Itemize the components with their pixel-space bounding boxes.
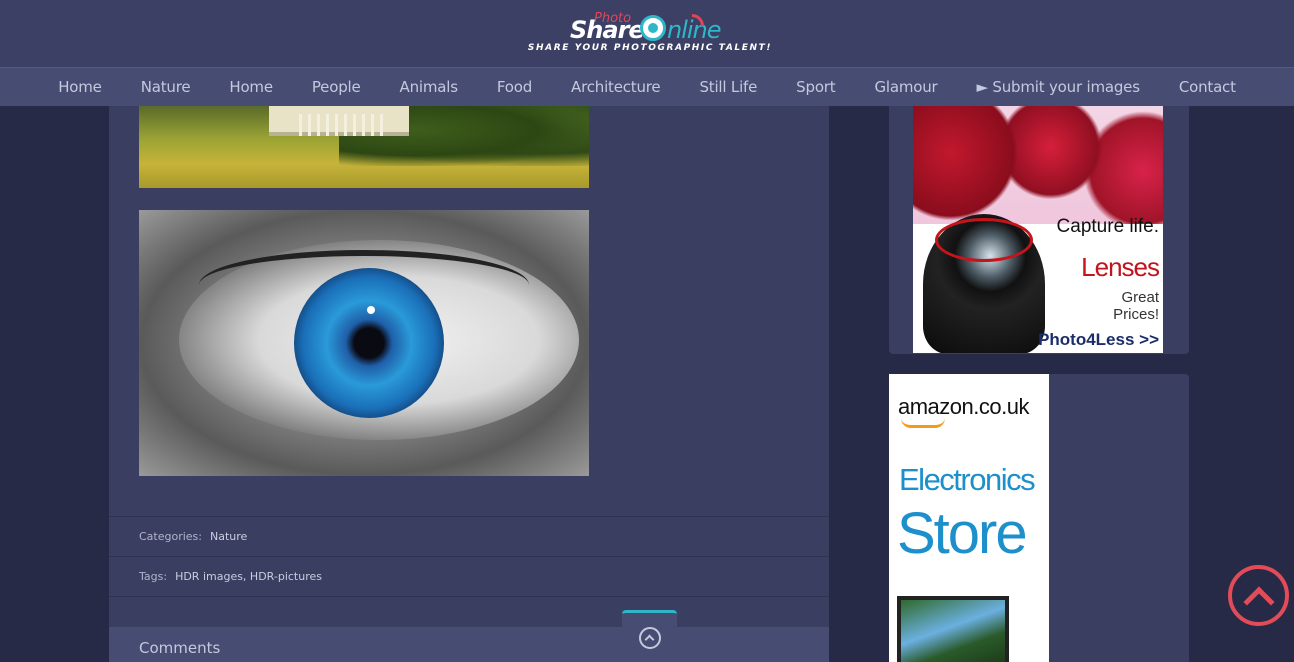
footer-toggle-tab[interactable] <box>622 610 677 662</box>
logo-share-text: Share <box>570 16 645 44</box>
eye-photo-glint <box>367 306 375 314</box>
nav-item-animals[interactable]: Animals <box>380 78 477 96</box>
category-link-nature[interactable]: Nature <box>210 530 247 543</box>
site-header: Photo Share nline SHARE YOUR PHOTOGRAPHI… <box>0 0 1294 67</box>
categories-label: Categories: <box>139 530 202 543</box>
eye-photo[interactable] <box>139 210 589 476</box>
tv-image <box>897 596 1009 662</box>
house-photo-porch <box>299 114 389 136</box>
main-nav: Home Nature Home People Animals Food Arc… <box>0 67 1294 106</box>
nav-item-home-2[interactable]: Home <box>210 78 293 96</box>
chevron-up-icon <box>644 634 655 644</box>
ad1-line2: Lenses <box>1081 252 1160 282</box>
amazon-ad[interactable]: amazon.co.uk Electronics Store <box>889 374 1049 662</box>
ad2-line1: Electronics <box>899 462 1036 497</box>
sidebar-ad-2: amazon.co.uk Electronics Store <box>889 374 1189 662</box>
amazon-smile-icon <box>901 418 945 428</box>
nav-item-submit-images[interactable]: ► Submit your images <box>957 78 1159 96</box>
amazon-brand: amazon.co.uk <box>898 394 1029 419</box>
nav-item-contact[interactable]: Contact <box>1159 78 1255 96</box>
lens-ring <box>935 218 1033 262</box>
photo4less-ad[interactable]: Capture life. Lenses Great Prices! Photo… <box>913 106 1163 353</box>
tag-links[interactable]: HDR images, HDR-pictures <box>175 570 322 583</box>
divider <box>109 596 829 597</box>
chevron-up-small-circle-icon <box>638 626 661 649</box>
eye-photo-iris <box>294 268 444 418</box>
site-logo[interactable]: Photo Share nline SHARE YOUR PHOTOGRAPHI… <box>520 8 780 58</box>
comments-header: Comments <box>109 627 829 662</box>
post-tags: Tags: HDR images, HDR-pictures <box>109 556 829 596</box>
cherries-image <box>913 106 1163 224</box>
ad1-brand: Photo4Less >> <box>1038 330 1159 349</box>
sidebar-ad-1: Capture life. Lenses Great Prices! Photo… <box>889 106 1189 354</box>
nav-item-sport[interactable]: Sport <box>777 78 855 96</box>
post-content: Categories: Nature Tags: HDR images, HDR… <box>109 106 829 662</box>
nav-item-nature[interactable]: Nature <box>121 78 210 96</box>
ad2-line2: Store <box>897 501 1028 566</box>
scroll-to-top-button[interactable] <box>1228 565 1289 626</box>
aperture-icon <box>640 15 666 41</box>
nav-item-home[interactable]: Home <box>39 78 122 96</box>
nav-item-architecture[interactable]: Architecture <box>552 78 680 96</box>
house-photo[interactable] <box>139 106 589 188</box>
nav-item-glamour[interactable]: Glamour <box>855 78 957 96</box>
nav-item-still-life[interactable]: Still Life <box>680 78 777 96</box>
nav-item-food[interactable]: Food <box>477 78 551 96</box>
ad1-line3: Great Prices! <box>1113 289 1159 323</box>
nav-item-people[interactable]: People <box>292 78 380 96</box>
tags-label: Tags: <box>139 570 168 583</box>
chevron-up-circle-icon <box>1242 585 1275 618</box>
post-categories: Categories: Nature <box>109 516 829 556</box>
site-tagline: SHARE YOUR PHOTOGRAPHIC TALENT! <box>527 43 773 53</box>
ad1-line1: Capture life. <box>1056 216 1159 237</box>
